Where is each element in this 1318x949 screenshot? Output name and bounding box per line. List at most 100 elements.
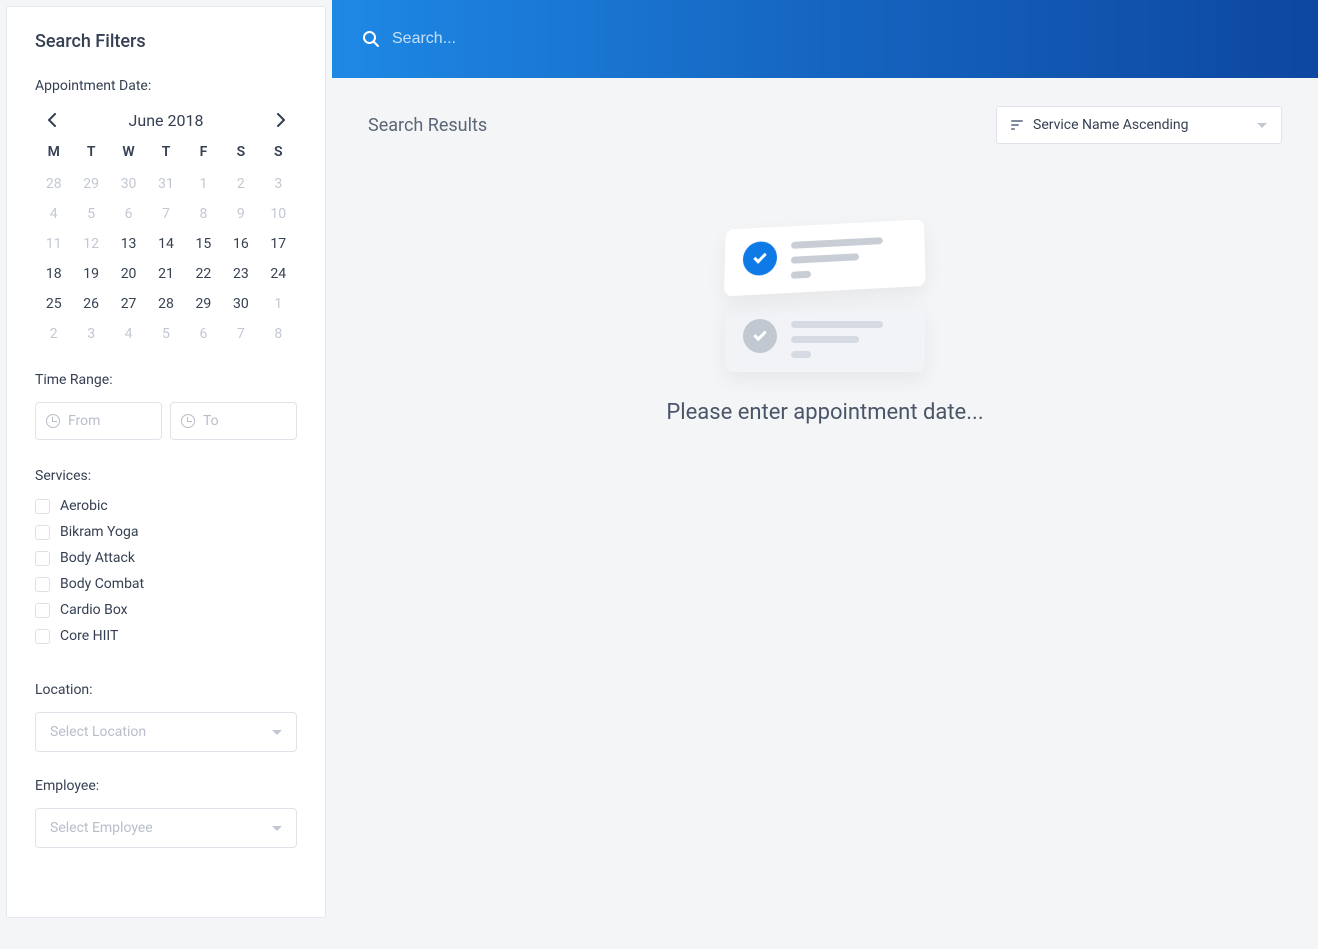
chevron-down-icon xyxy=(272,730,282,735)
checkbox xyxy=(35,551,50,566)
service-label: Bikram Yoga xyxy=(60,524,138,540)
calendar-day[interactable]: 13 xyxy=(110,234,147,254)
filters-sidebar: Search Filters Appointment Date: June 20… xyxy=(6,6,326,918)
services-list: Aerobic Bikram Yoga Body Attack Body Combat… xyxy=(35,498,297,654)
location-select[interactable]: Select Location xyxy=(35,712,297,752)
checkbox xyxy=(35,499,50,514)
calendar-day[interactable]: 20 xyxy=(110,264,147,284)
calendar-day[interactable]: 14 xyxy=(147,234,184,254)
employee-select[interactable]: Select Employee xyxy=(35,808,297,848)
illust-card xyxy=(724,219,926,296)
service-label: Core HIIT xyxy=(60,628,118,644)
calendar-day: 4 xyxy=(35,204,72,224)
check-circle-icon xyxy=(743,319,777,353)
calendar-day: 1 xyxy=(185,174,222,194)
calendar-day[interactable]: 22 xyxy=(185,264,222,284)
checkbox xyxy=(35,603,50,618)
calendar-day: 29 xyxy=(72,174,109,194)
calendar-day: 7 xyxy=(222,324,259,344)
time-to-input[interactable]: To xyxy=(170,402,297,440)
service-item[interactable]: Aerobic xyxy=(35,498,297,514)
calendar-day: 7 xyxy=(147,204,184,224)
illust-lines xyxy=(791,319,907,358)
search-bar xyxy=(332,0,1318,78)
illust-lines xyxy=(791,234,908,279)
chevron-down-icon xyxy=(1257,123,1267,128)
calendar-day[interactable]: 19 xyxy=(72,264,109,284)
chevron-left-icon xyxy=(47,113,56,127)
calendar-next-button[interactable] xyxy=(269,108,293,132)
location-label: Location: xyxy=(35,682,297,698)
calendar-day: 31 xyxy=(147,174,184,194)
results-title: Search Results xyxy=(368,115,487,136)
calendar-day[interactable]: 24 xyxy=(260,264,297,284)
calendar-day[interactable]: 15 xyxy=(185,234,222,254)
sort-label: Service Name Ascending xyxy=(1033,117,1247,133)
calendar-day: 10 xyxy=(260,204,297,224)
calendar-day[interactable]: 29 xyxy=(185,294,222,314)
calendar-day[interactable]: 27 xyxy=(110,294,147,314)
service-label: Body Combat xyxy=(60,576,144,592)
calendar-day[interactable]: 21 xyxy=(147,264,184,284)
illust-card xyxy=(725,305,925,372)
service-item[interactable]: Body Attack xyxy=(35,550,297,566)
clock-icon xyxy=(181,414,195,428)
service-label: Cardio Box xyxy=(60,602,128,618)
calendar-day[interactable]: 30 xyxy=(222,294,259,314)
main-area: Search Results Service Name Ascending xyxy=(332,0,1318,949)
time-from-placeholder: From xyxy=(68,413,100,429)
time-range-label: Time Range: xyxy=(35,372,297,388)
calendar-day[interactable]: 18 xyxy=(35,264,72,284)
calendar-day: 30 xyxy=(110,174,147,194)
calendar-header: June 2018 xyxy=(35,108,297,132)
service-item[interactable]: Core HIIT xyxy=(35,628,297,644)
search-icon xyxy=(362,30,380,48)
sidebar-title: Search Filters xyxy=(35,31,297,52)
calendar-day: 2 xyxy=(35,324,72,344)
calendar-day[interactable]: 17 xyxy=(260,234,297,254)
time-range-row: From To xyxy=(35,402,297,440)
calendar-day: 28 xyxy=(35,174,72,194)
calendar-day: 11 xyxy=(35,234,72,254)
service-item[interactable]: Bikram Yoga xyxy=(35,524,297,540)
calendar-day: 5 xyxy=(147,324,184,344)
calendar-dow: T xyxy=(147,144,184,164)
calendar-day: 8 xyxy=(185,204,222,224)
results-area: Search Results Service Name Ascending xyxy=(332,78,1318,453)
chevron-right-icon xyxy=(277,113,286,127)
employee-placeholder: Select Employee xyxy=(50,820,153,836)
calendar-day: 1 xyxy=(260,294,297,314)
calendar-grid: MTWTFSS282930311234567891011121314151617… xyxy=(35,144,297,344)
appointment-date-label: Appointment Date: xyxy=(35,78,297,94)
calendar-day: 5 xyxy=(72,204,109,224)
calendar-day: 6 xyxy=(110,204,147,224)
calendar-month-title: June 2018 xyxy=(129,111,204,130)
calendar-day: 2 xyxy=(222,174,259,194)
calendar-day[interactable]: 28 xyxy=(147,294,184,314)
calendar-day[interactable]: 23 xyxy=(222,264,259,284)
check-circle-icon xyxy=(743,241,778,277)
calendar-day: 12 xyxy=(72,234,109,254)
service-item[interactable]: Body Combat xyxy=(35,576,297,592)
service-item[interactable]: Cardio Box xyxy=(35,602,297,618)
calendar-dow: M xyxy=(35,144,72,164)
calendar-day: 3 xyxy=(260,174,297,194)
calendar-day[interactable]: 26 xyxy=(72,294,109,314)
calendar-day: 6 xyxy=(185,324,222,344)
checkbox xyxy=(35,629,50,644)
empty-state-text: Please enter appointment date... xyxy=(666,400,983,425)
clock-icon xyxy=(46,414,60,428)
employee-label: Employee: xyxy=(35,778,297,794)
search-input[interactable] xyxy=(392,30,1288,48)
time-from-input[interactable]: From xyxy=(35,402,162,440)
calendar-day[interactable]: 25 xyxy=(35,294,72,314)
checkbox xyxy=(35,525,50,540)
calendar-dow: S xyxy=(260,144,297,164)
calendar-prev-button[interactable] xyxy=(39,108,63,132)
calendar-day: 4 xyxy=(110,324,147,344)
results-header: Search Results Service Name Ascending xyxy=(368,106,1282,144)
calendar-dow: F xyxy=(185,144,222,164)
sort-select[interactable]: Service Name Ascending xyxy=(996,106,1282,144)
calendar-day[interactable]: 16 xyxy=(222,234,259,254)
calendar-day: 9 xyxy=(222,204,259,224)
